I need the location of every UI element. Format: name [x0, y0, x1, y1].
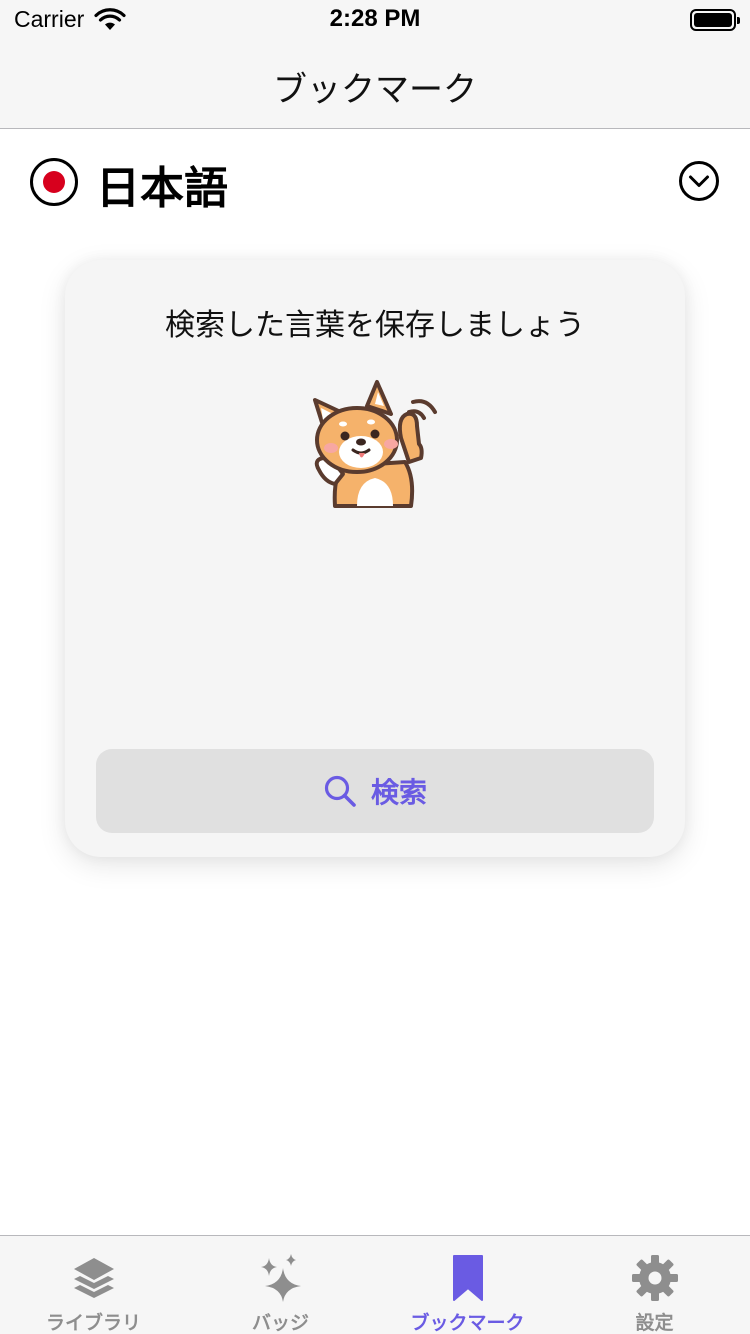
language-name: 日本語: [96, 163, 228, 214]
tab-badges-label: バッジ: [251, 1312, 309, 1334]
battery-icon: [690, 9, 740, 31]
tab-bookmark[interactable]: ブックマーク: [374, 1236, 561, 1334]
search-button-label: 検索: [370, 776, 427, 809]
sparkles-icon: [260, 1254, 301, 1302]
japan-flag-icon: [30, 158, 78, 206]
tab-settings-label: 設定: [635, 1312, 674, 1334]
empty-state-message: 検索した言葉を保存しましょう: [165, 308, 585, 343]
navigation-bar: ブックマーク: [0, 40, 750, 129]
status-time: 2:28 PM: [329, 5, 421, 32]
gear-icon: [631, 1255, 678, 1301]
chevron-down-circle-icon[interactable]: [678, 160, 720, 202]
tab-badges[interactable]: バッジ: [187, 1236, 374, 1334]
search-icon: [324, 775, 356, 807]
layers-icon: [73, 1258, 114, 1298]
tab-bar: ライブラリ バッジ ブックマーク 設定: [0, 1235, 750, 1334]
bookmark-empty-card: 検索した言葉を保存しましょう 検索: [65, 260, 685, 857]
tab-bookmark-label: ブックマーク: [410, 1312, 525, 1334]
search-button[interactable]: 検索: [96, 749, 654, 833]
shiba-dog-waving-icon: [313, 380, 437, 508]
bookmark-icon: [452, 1255, 483, 1301]
tab-library-label: ライブラリ: [45, 1312, 141, 1334]
status-bar: Carrier 2:28 PM: [0, 0, 750, 40]
page-title: ブックマーク: [273, 70, 477, 110]
tab-library[interactable]: ライブラリ: [0, 1236, 187, 1334]
tab-settings[interactable]: 設定: [561, 1236, 748, 1334]
language-header: 日本語: [30, 150, 720, 216]
